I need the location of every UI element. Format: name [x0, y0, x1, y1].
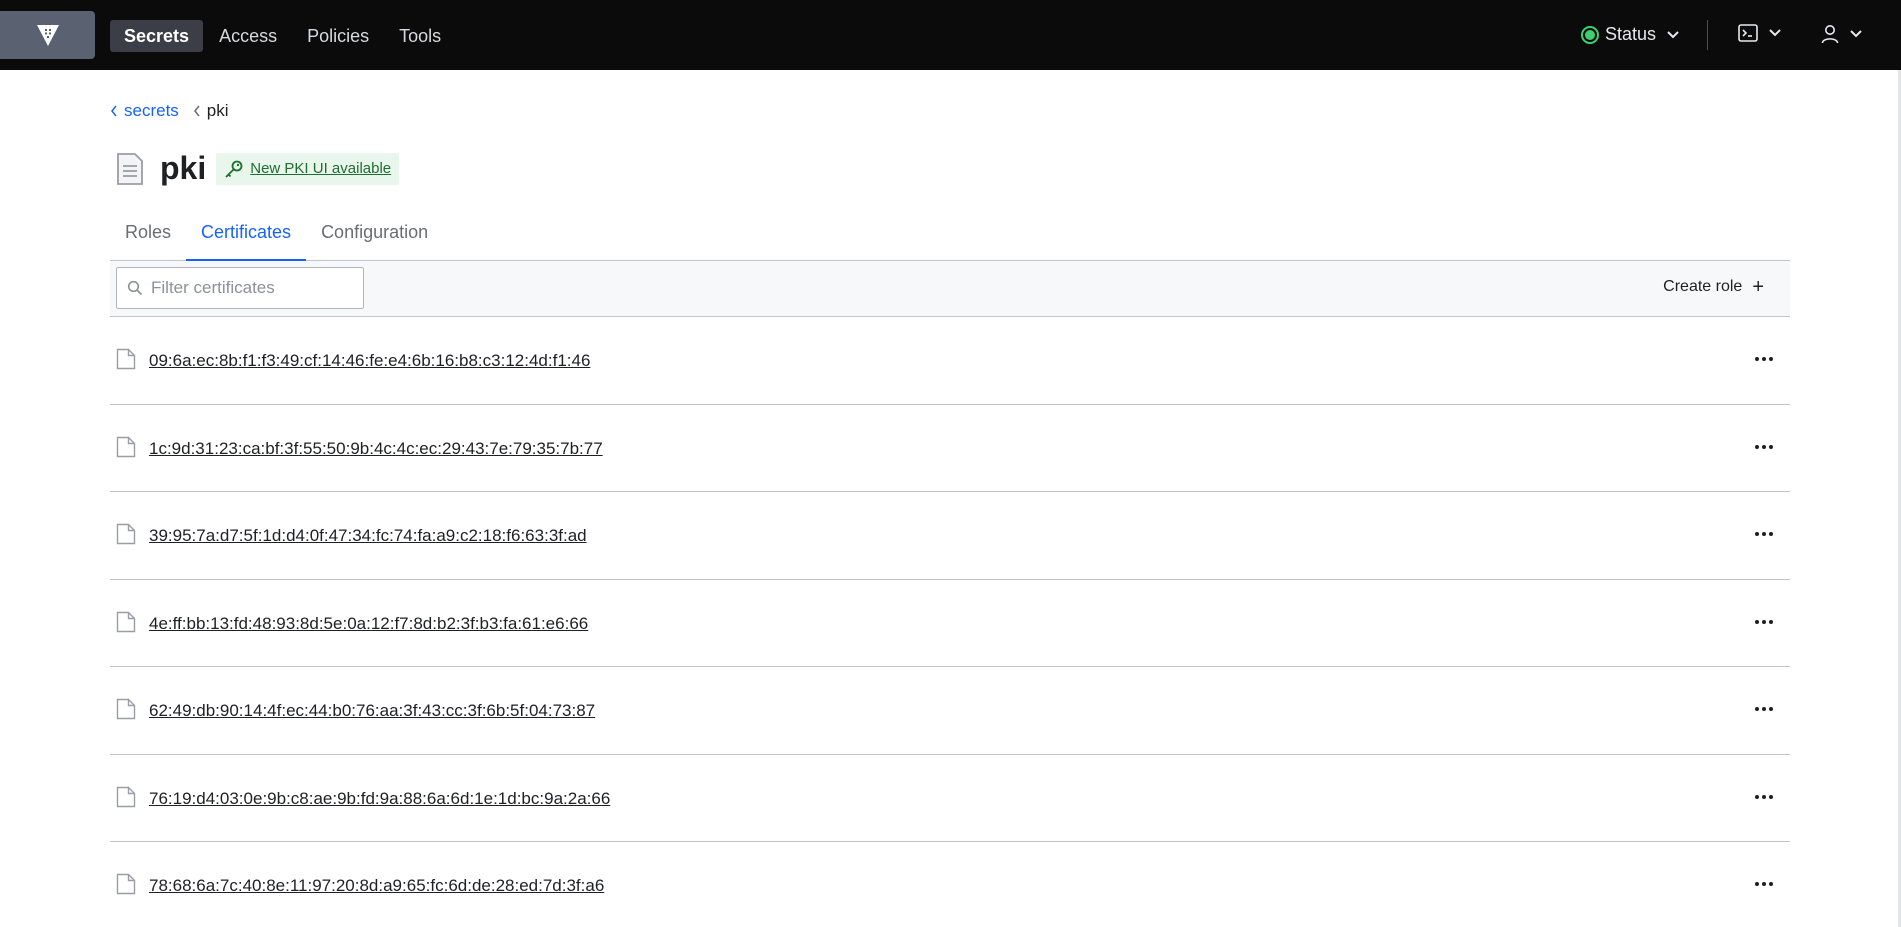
create-role-label: Create role [1663, 278, 1743, 295]
vault-logo-icon [36, 25, 59, 46]
table-row[interactable]: 09:6a:ec:8b:f1:f3:49:cf:14:46:fe:e4:6b:1… [110, 317, 1790, 405]
tab-roles[interactable]: Roles [110, 214, 186, 261]
file-icon [116, 698, 136, 720]
create-role-button[interactable]: Create role + [1663, 276, 1764, 298]
status-menu[interactable]: Status [1581, 24, 1680, 45]
key-icon [225, 160, 243, 178]
nav-link-secrets[interactable]: Secrets [110, 20, 204, 52]
breadcrumb-link-secrets[interactable]: secrets [124, 101, 179, 121]
breadcrumb-item-secrets[interactable]: secrets [110, 101, 179, 121]
file-icon [116, 348, 136, 370]
certificate-link[interactable]: 78:68:6a:7c:40:8e:11:97:20:8d:a9:65:fc:6… [149, 876, 604, 896]
more-horizontal-icon[interactable] [1750, 349, 1778, 369]
table-row[interactable]: 1c:9d:31:23:ca:bf:3f:55:50:9b:4c:4c:ec:2… [110, 405, 1790, 492]
certificate-link[interactable]: 39:95:7a:d7:5f:1d:d4:0f:47:34:fc:74:fa:a… [149, 526, 587, 546]
file-icon [116, 786, 136, 807]
tab-certificates[interactable]: Certificates [186, 214, 307, 261]
table-row[interactable]: 4e:ff:bb:13:fd:48:93:8d:5e:0a:12:f7:8d:b… [110, 580, 1790, 667]
table-row[interactable]: 39:95:7a:d7:5f:1d:d4:0f:47:34:fc:74:fa:a… [110, 492, 1790, 580]
status-healthy-icon [1581, 25, 1599, 44]
new-pki-ui-link[interactable]: New PKI UI available [250, 160, 391, 177]
user-icon [1821, 25, 1839, 44]
more-horizontal-icon[interactable] [1750, 612, 1778, 632]
filter-box [116, 267, 364, 309]
tab-bar: Roles Certificates Configuration [110, 214, 1790, 261]
certificate-link[interactable]: 62:49:db:90:14:4f:ec:44:b0:76:aa:3f:43:c… [149, 701, 595, 721]
table-row[interactable]: 62:49:db:90:14:4f:ec:44:b0:76:aa:3f:43:c… [110, 667, 1790, 755]
breadcrumb-item-current: pki [193, 101, 229, 121]
top-navigation: Secrets Access Policies Tools Status [0, 0, 1901, 70]
document-icon [117, 152, 143, 185]
file-icon [116, 611, 136, 632]
breadcrumb-current: pki [206, 101, 229, 120]
certificate-list: 09:6a:ec:8b:f1:f3:49:cf:14:46:fe:e4:6b:1… [110, 317, 1790, 927]
file-icon [116, 436, 136, 457]
chevron-down-icon [1769, 29, 1781, 37]
more-horizontal-icon[interactable] [1750, 437, 1778, 457]
certificate-link[interactable]: 09:6a:ec:8b:f1:f3:49:cf:14:46:fe:e4:6b:1… [149, 351, 590, 371]
main-nav: Secrets Access Policies Tools [110, 20, 457, 52]
nav-divider [1707, 20, 1708, 50]
chevron-down-icon [1850, 30, 1862, 38]
breadcrumb: secrets pki [110, 101, 243, 121]
terminal-icon [1738, 24, 1758, 42]
new-pki-ui-badge: New PKI UI available [216, 152, 400, 185]
nav-link-access[interactable]: Access [205, 20, 291, 52]
chevron-left-icon [193, 105, 200, 117]
filter-certificates-input[interactable] [151, 278, 351, 298]
chevron-down-icon [1667, 30, 1679, 38]
tab-configuration[interactable]: Configuration [306, 214, 443, 261]
more-horizontal-icon[interactable] [1750, 787, 1778, 807]
chevron-left-icon [111, 105, 117, 117]
file-icon [116, 523, 136, 545]
console-menu[interactable] [1738, 24, 1782, 42]
more-horizontal-icon[interactable] [1750, 874, 1778, 894]
nav-link-policies[interactable]: Policies [293, 20, 383, 52]
table-row[interactable]: 76:19:d4:03:0e:9b:c8:ae:9b:fd:9a:88:6a:6… [110, 755, 1790, 842]
plus-icon: + [1752, 276, 1764, 298]
list-toolbar: Create role + [110, 261, 1790, 317]
user-menu[interactable] [1821, 24, 1863, 44]
status-label: Status [1605, 24, 1657, 44]
more-horizontal-icon[interactable] [1750, 699, 1778, 719]
certificate-link[interactable]: 1c:9d:31:23:ca:bf:3f:55:50:9b:4c:4c:ec:2… [149, 439, 603, 459]
nav-link-tools[interactable]: Tools [385, 20, 455, 52]
more-horizontal-icon[interactable] [1750, 524, 1778, 544]
table-row[interactable]: 78:68:6a:7c:40:8e:11:97:20:8d:a9:65:fc:6… [110, 842, 1790, 927]
certificate-link[interactable]: 4e:ff:bb:13:fd:48:93:8d:5e:0a:12:f7:8d:b… [149, 614, 588, 634]
search-icon [127, 280, 143, 296]
page-title: pki [160, 150, 207, 186]
certificate-link[interactable]: 76:19:d4:03:0e:9b:c8:ae:9b:fd:9a:88:6a:6… [149, 789, 610, 809]
vault-logo[interactable] [0, 11, 95, 59]
file-icon [116, 873, 136, 895]
page-header: pki New PKI UI available [116, 150, 400, 187]
